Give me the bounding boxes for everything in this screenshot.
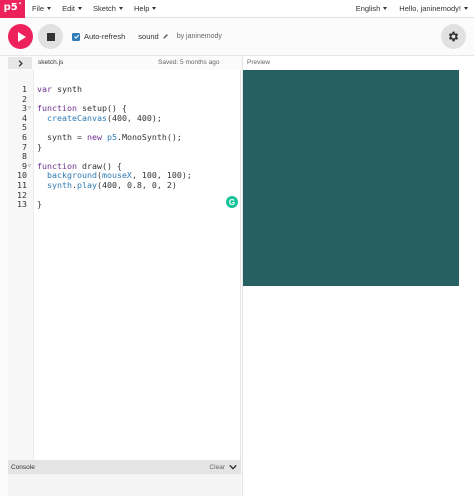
caret-down-icon xyxy=(152,7,157,10)
code-line[interactable]: 12 xyxy=(8,190,240,201)
menu-sketch-label: Sketch xyxy=(93,4,116,13)
code-text: } xyxy=(37,141,42,152)
console-title: Console xyxy=(11,463,35,471)
settings-button[interactable] xyxy=(441,24,466,49)
code-text: synth = new p5.MonoSynth(); xyxy=(37,131,182,142)
checkmark-icon xyxy=(73,34,79,39)
code-line[interactable]: 1 var synth xyxy=(8,84,240,95)
user-menu[interactable]: Hello, janinemody! xyxy=(399,4,468,13)
sidebar-toggle-button[interactable] xyxy=(8,57,32,69)
preview-label: Preview xyxy=(247,59,271,66)
sketch-name-text: sound xyxy=(138,32,159,41)
nav-right: English Hello, janinemody! xyxy=(344,4,468,13)
fold-toggle-icon[interactable]: ▽ xyxy=(28,104,31,114)
editor-header: sketch.js Saved: 5 months ago xyxy=(0,56,241,70)
toolbar: Auto-refresh sound by janinemody xyxy=(0,18,474,56)
caret-down-icon xyxy=(47,7,52,10)
menu-help[interactable]: Help xyxy=(133,4,157,13)
stop-button[interactable] xyxy=(38,24,63,49)
caret-down-icon xyxy=(464,7,468,10)
p5-logo[interactable]: p5 * xyxy=(0,0,25,18)
menu-sketch[interactable]: Sketch xyxy=(93,4,123,13)
line-number: 13 xyxy=(17,199,27,210)
main-menu: File Edit Sketch Help xyxy=(32,4,167,13)
code-line[interactable]: 13} xyxy=(8,200,240,210)
menu-help-label: Help xyxy=(133,4,150,13)
caret-down-icon xyxy=(78,7,83,10)
code-line[interactable]: 11 synth.play(400, 0.8, 0, 2) xyxy=(8,179,240,191)
code-line[interactable]: 4 createCanvas(400, 400); xyxy=(8,112,240,124)
fold-toggle-icon[interactable]: ▽ xyxy=(28,162,31,172)
logo-text: p5 xyxy=(3,1,18,13)
sketch-name[interactable]: sound xyxy=(138,32,168,41)
menu-file-label: File xyxy=(32,4,45,13)
language-label: English xyxy=(355,4,381,13)
chevron-right-icon xyxy=(18,59,23,67)
user-greeting: Hello, janinemody! xyxy=(399,4,461,13)
menu-file[interactable]: File xyxy=(32,4,52,13)
code-text: var synth xyxy=(37,84,82,94)
preview-canvas[interactable] xyxy=(243,70,459,286)
stop-icon xyxy=(46,32,55,41)
code-text: createCanvas(400, 400); xyxy=(47,112,162,123)
pencil-icon[interactable] xyxy=(162,33,169,40)
console-output xyxy=(8,474,241,496)
chevron-down-icon[interactable] xyxy=(229,463,237,471)
play-button[interactable] xyxy=(8,24,33,49)
code-text: } xyxy=(37,199,42,210)
gear-icon xyxy=(448,31,459,42)
code-lines: 1 var synth 2 3 ▽ function setup() {4 createC… xyxy=(8,84,240,210)
p5-editor-app: p5 * File Edit Sketch Help English Hello,… xyxy=(0,0,474,496)
sketch-owner[interactable]: by janinemody xyxy=(177,33,222,40)
code-text: synth.play(400, 0.8, 0, 2) xyxy=(47,179,177,190)
autorefresh-label[interactable]: Auto-refresh xyxy=(84,32,125,41)
top-nav: p5 * File Edit Sketch Help English Hello,… xyxy=(0,0,474,18)
play-icon xyxy=(17,31,26,42)
saved-status: Saved: 5 months ago xyxy=(158,59,220,66)
caret-down-icon xyxy=(118,7,123,10)
file-tab[interactable]: sketch.js xyxy=(38,59,63,66)
code-line[interactable]: 7} xyxy=(8,141,240,153)
autorefresh-checkbox[interactable] xyxy=(72,32,80,41)
code-line[interactable]: 6 synth = new p5.MonoSynth(); xyxy=(8,131,240,143)
menu-edit[interactable]: Edit xyxy=(62,4,83,13)
caret-down-icon xyxy=(383,7,388,10)
console-header: Console Clear xyxy=(8,460,241,474)
grammarly-icon[interactable]: G xyxy=(226,196,238,208)
console-clear-button[interactable]: Clear xyxy=(209,464,225,471)
code-editor[interactable]: 1 var synth 2 3 ▽ function setup() {4 createC… xyxy=(8,70,241,460)
menu-edit-label: Edit xyxy=(62,4,76,13)
logo-asterisk: * xyxy=(18,1,22,8)
language-menu[interactable]: English xyxy=(356,4,388,13)
